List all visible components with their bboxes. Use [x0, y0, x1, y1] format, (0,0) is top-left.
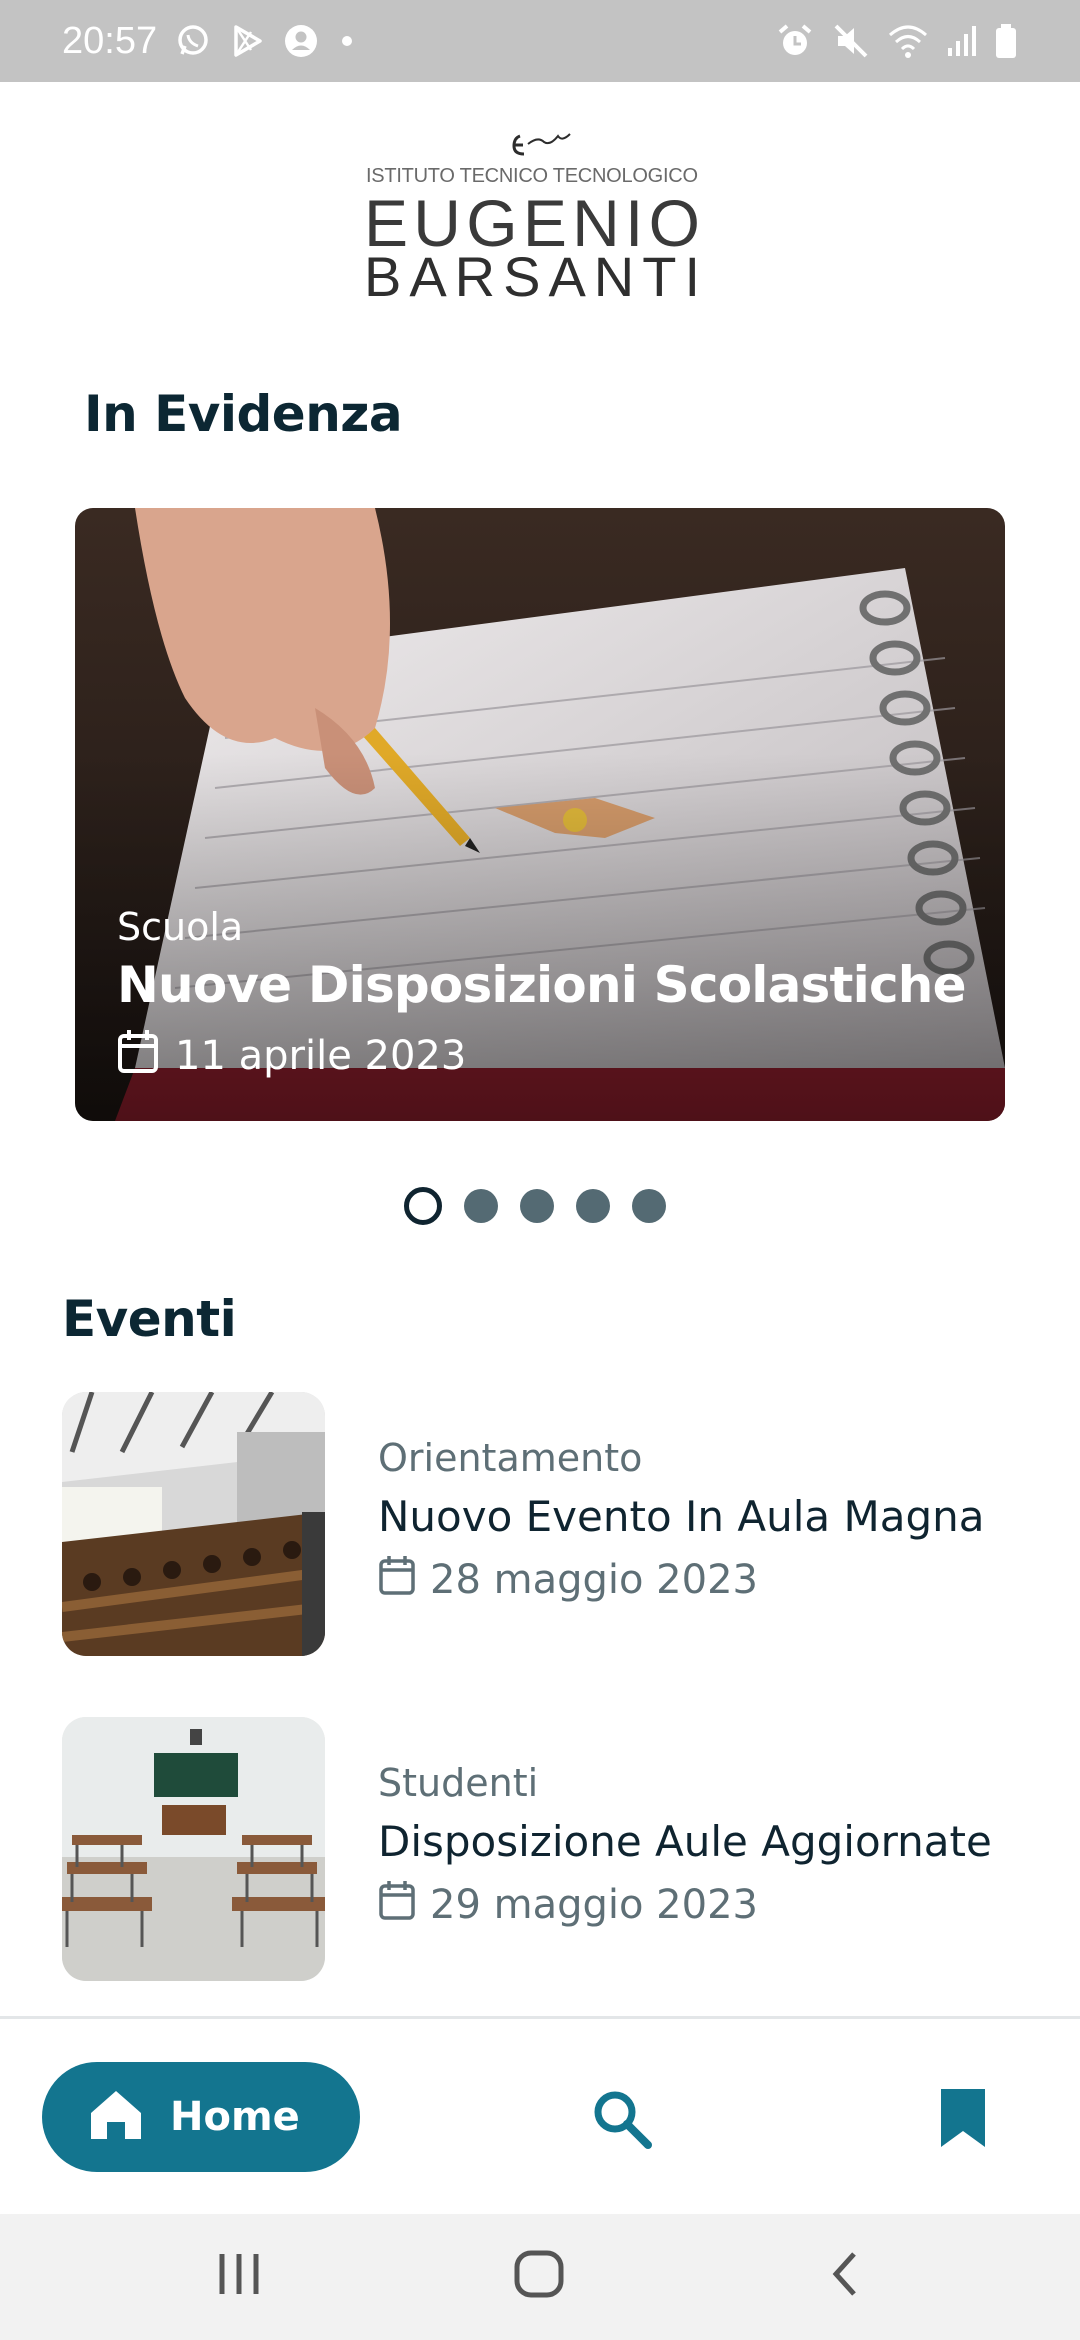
event-thumbnail [62, 1717, 325, 1981]
play-store-icon [229, 23, 265, 59]
nav-home-button[interactable]: Home [42, 2062, 360, 2172]
carousel-dot[interactable] [520, 1189, 554, 1223]
carousel-dot[interactable] [576, 1189, 610, 1223]
svg-text:ISTITUTO TECNICO TECNOLOGICO: ISTITUTO TECNICO TECNOLOGICO [366, 165, 698, 187]
account-icon [283, 23, 319, 59]
event-date: 29 maggio 2023 [430, 1882, 758, 1928]
carousel-dot[interactable] [632, 1189, 666, 1223]
status-time: 20:57 [62, 19, 158, 62]
event-list-item[interactable]: Studenti Disposizione Aule Aggiornate 29… [62, 1717, 1022, 1981]
school-logo: ISTITUTO TECNICO TECNOLOGICO EUGENIO BAR… [360, 128, 720, 303]
system-home-button[interactable] [512, 2244, 568, 2308]
event-thumbnail [62, 1392, 325, 1656]
recent-apps-icon [214, 2254, 264, 2308]
whatsapp-icon [175, 23, 211, 59]
wifi-icon [888, 23, 928, 59]
featured-date-row: 11 aprile 2023 [117, 1028, 466, 1084]
featured-card[interactable]: Scuola Nuove Disposizioni Scolastiche 11… [75, 508, 1005, 1121]
event-list-item[interactable]: Orientamento Nuovo Evento In Aula Magna … [62, 1392, 1022, 1656]
nav-bookmark-button[interactable] [935, 2085, 991, 2151]
back-button[interactable] [822, 2244, 866, 2308]
carousel-dot[interactable] [464, 1189, 498, 1223]
calendar-icon [117, 1028, 159, 1084]
back-icon [822, 2252, 866, 2308]
events-section-title: Eventi [62, 1290, 237, 1348]
home-icon [88, 2088, 144, 2146]
featured-category: Scuola [117, 905, 244, 949]
status-bar: 20:57 [0, 0, 1080, 82]
dot-icon [337, 31, 357, 51]
event-title: Disposizione Aule Aggiornate [378, 1817, 992, 1866]
featured-title: Nuove Disposizioni Scolastiche [117, 956, 967, 1014]
alarm-icon [776, 22, 814, 60]
bottom-nav: Home [0, 2019, 1080, 2214]
calendar-icon [378, 1879, 416, 1931]
status-left: 20:57 [62, 20, 357, 63]
bookmark-icon [935, 2089, 991, 2155]
event-category: Orientamento [378, 1436, 643, 1480]
nav-home-label: Home [170, 2094, 300, 2140]
svg-text:BARSANTI: BARSANTI [364, 245, 700, 303]
nav-search-button[interactable] [590, 2087, 654, 2151]
event-category: Studenti [378, 1761, 539, 1805]
app-screen: 20:57 ISTITUTO TECNICO TECNOLOGICO EUGEN… [0, 0, 1080, 2340]
carousel-dot[interactable] [404, 1187, 442, 1225]
home-circle-icon [512, 2250, 568, 2308]
status-right [776, 22, 1018, 60]
featured-date: 11 aprile 2023 [175, 1033, 467, 1079]
event-title: Nuovo Evento In Aula Magna [378, 1492, 985, 1541]
event-date-row: 28 maggio 2023 [378, 1554, 758, 1606]
carousel-indicator [404, 1187, 666, 1225]
mute-icon [832, 22, 870, 60]
system-nav-bar [0, 2214, 1080, 2340]
event-date: 28 maggio 2023 [430, 1557, 758, 1603]
calendar-icon [378, 1554, 416, 1606]
signal-icon [946, 24, 976, 58]
featured-section-title: In Evidenza [84, 385, 403, 443]
search-icon [590, 2091, 654, 2155]
recent-apps-button[interactable] [214, 2244, 264, 2308]
event-date-row: 29 maggio 2023 [378, 1879, 758, 1931]
battery-icon [994, 23, 1018, 59]
